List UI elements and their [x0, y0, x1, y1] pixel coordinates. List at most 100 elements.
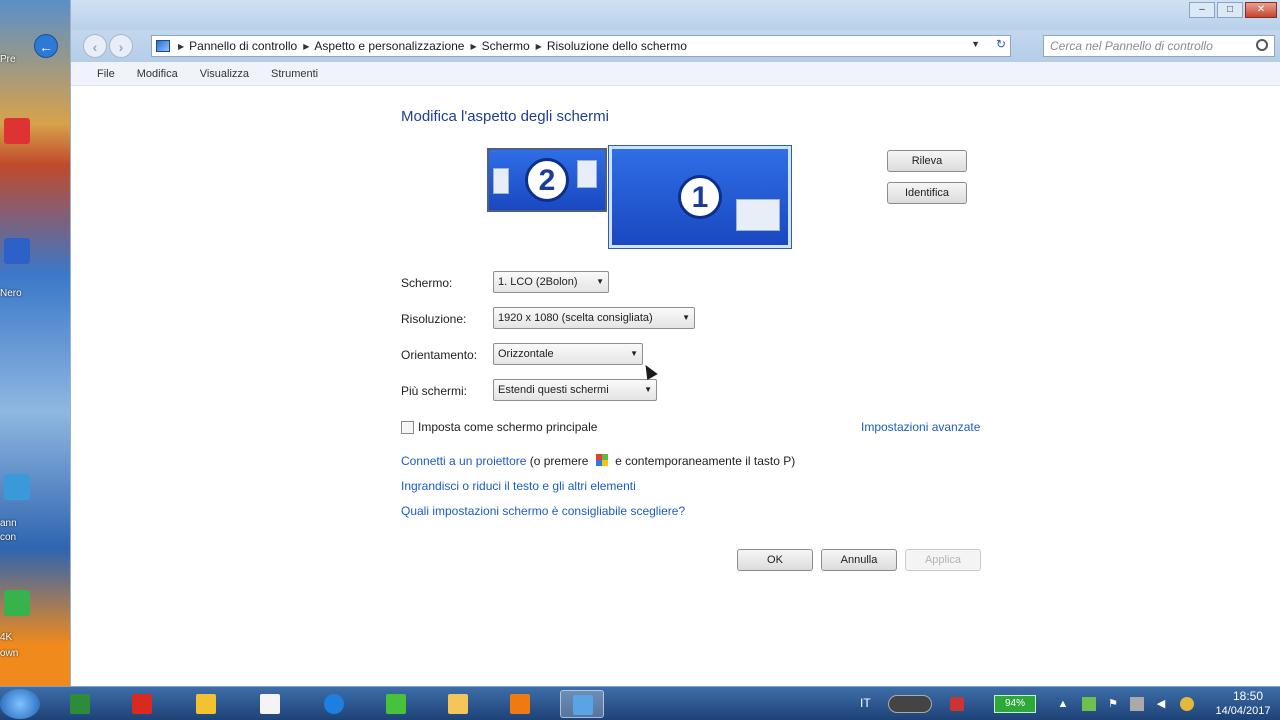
taskbar-app-button-active[interactable] [560, 690, 604, 718]
display-settings-panel: Modifica l'aspetto degli schermi 2 1 Ril… [71, 86, 1280, 686]
desktop-app-icon[interactable] [4, 238, 30, 264]
taskbar: IT 94% ▲ ⚑ ◀ 18:50 14/04/2017 [0, 686, 1280, 720]
monitor-window-thumbnail [493, 168, 509, 194]
spreadsheet-app-icon [70, 694, 90, 714]
clock-date[interactable]: 14/04/2017 [1210, 705, 1276, 717]
language-indicator[interactable]: IT [860, 696, 871, 710]
monitor-window-thumbnail [736, 199, 780, 231]
monitor-number-badge: 2 [525, 158, 569, 202]
chart-app-icon [196, 694, 216, 714]
screen-select-value: 1. LCO (2Bolon) [498, 276, 578, 288]
back-arrow-icon[interactable]: ‹ [83, 34, 107, 58]
desktop-app-icon[interactable] [4, 474, 30, 500]
taskbar-app-button[interactable] [312, 690, 356, 718]
connect-projector-link[interactable]: Connetti a un proiettore [401, 454, 526, 468]
menu-edit[interactable]: Modifica [137, 68, 178, 80]
mouse-cursor-icon [640, 361, 658, 381]
taskbar-app-button[interactable] [120, 690, 164, 718]
screen-select[interactable]: 1. LCO (2Bolon) ▼ [493, 271, 609, 293]
address-bar[interactable]: ▶ Pannello di controllo ▶ Aspetto e person… [151, 35, 1011, 57]
multiple-displays-label: Più schermi: [401, 384, 468, 398]
detect-button[interactable]: Rileva [887, 150, 967, 172]
tray-app-icon[interactable] [950, 697, 964, 711]
title-bar[interactable]: – □ ✕ [71, 0, 1280, 30]
page-title: Modifica l'aspetto degli schermi [401, 108, 609, 125]
monitor-window-thumbnail [577, 160, 597, 188]
breadcrumb-label: Aspetto e personalizzazione [314, 39, 465, 53]
breadcrumb-arrow-icon: ▶ [535, 41, 542, 51]
tray-app-icon[interactable] [1180, 697, 1194, 711]
desktop-icon-label: Nero [0, 288, 22, 299]
tray-app-icon[interactable] [888, 695, 932, 713]
folder-icon [448, 694, 468, 714]
start-button[interactable] [0, 689, 40, 719]
breadcrumb-item[interactable]: ▶ Schermo [470, 39, 529, 53]
apply-button[interactable]: Applica [905, 549, 981, 571]
volume-icon[interactable]: ◀ [1154, 697, 1168, 711]
desktop-icon-label: con [0, 532, 17, 543]
projector-link-row: Connetti a un proiettore (o premere e co… [401, 454, 795, 468]
monitor-number-badge: 1 [678, 175, 722, 219]
screen-label: Schermo: [401, 276, 453, 290]
text-size-link[interactable]: Ingrandisci o riduci il testo e gli altr… [401, 479, 636, 493]
projector-hint-text: (o premere [526, 454, 592, 468]
resolution-select[interactable]: 1920 x 1080 (scelta consigliata) ▼ [493, 307, 695, 329]
close-button[interactable]: ✕ [1245, 2, 1277, 18]
internet-explorer-icon [324, 694, 344, 714]
monitor-1-preview[interactable]: 1 [608, 145, 792, 249]
minimize-button[interactable]: – [1189, 2, 1215, 18]
resolution-label: Risoluzione: [401, 312, 467, 326]
clock-time[interactable]: 18:50 [1220, 689, 1276, 703]
chevron-down-icon: ▼ [596, 277, 604, 286]
desktop-icon-label: Pre [0, 54, 16, 65]
breadcrumb-item[interactable]: ▶ Pannello di controllo [178, 39, 297, 53]
desktop-icon-label: own [0, 648, 19, 659]
search-input[interactable]: Cerca nel Pannello di controllo [1043, 35, 1275, 57]
identify-button[interactable]: Identifica [887, 182, 967, 204]
menu-file[interactable]: File [97, 68, 115, 80]
address-dropdown-icon[interactable]: ▼ [971, 39, 980, 49]
chevron-down-icon: ▼ [630, 349, 638, 358]
green-app-icon [386, 694, 406, 714]
breadcrumb-label: Risoluzione dello schermo [546, 39, 687, 53]
tray-app-icon[interactable] [1130, 697, 1144, 711]
taskbar-app-button[interactable] [184, 690, 228, 718]
search-icon[interactable] [1256, 39, 1268, 51]
orientation-select-value: Orizzontale [498, 348, 554, 360]
primary-display-label: Imposta come schermo principale [418, 420, 598, 434]
primary-display-checkbox[interactable] [401, 421, 414, 434]
taskbar-app-button[interactable] [498, 690, 542, 718]
taskbar-app-button[interactable] [436, 690, 480, 718]
multiple-displays-select-value: Estendi questi schermi [498, 384, 609, 396]
display-settings-help-link[interactable]: Quali impostazioni schermo è consigliabi… [401, 504, 685, 518]
battery-indicator[interactable]: 94% [994, 695, 1036, 713]
taskbar-app-button[interactable] [374, 690, 418, 718]
desktop-app-icon[interactable] [4, 118, 30, 144]
menu-tools[interactable]: Strumenti [271, 68, 318, 80]
desktop-icon-label: ann [0, 518, 17, 529]
taskbar-app-button[interactable] [58, 690, 102, 718]
multiple-displays-select[interactable]: Estendi questi schermi ▼ [493, 379, 657, 401]
forward-arrow-icon[interactable]: › [109, 34, 133, 58]
breadcrumb-arrow-icon: ▶ [178, 41, 185, 51]
cancel-button[interactable]: Annulla [821, 549, 897, 571]
desktop-icon-label: 4K [0, 632, 13, 643]
ok-button[interactable]: OK [737, 549, 813, 571]
control-panel-icon [156, 40, 170, 52]
menu-view[interactable]: Visualizza [200, 68, 249, 80]
breadcrumb-label: Pannello di controllo [189, 39, 298, 53]
network-icon[interactable] [1082, 697, 1096, 711]
taskbar-app-button[interactable] [248, 690, 292, 718]
show-hidden-icons-icon[interactable]: ▲ [1056, 697, 1070, 711]
back-button[interactable]: ← [34, 34, 58, 58]
breadcrumb-item[interactable]: ▶ Aspetto e personalizzazione [303, 39, 464, 53]
maximize-button[interactable]: □ [1217, 2, 1243, 18]
advanced-settings-link[interactable]: Impostazioni avanzate [861, 420, 980, 434]
refresh-icon[interactable]: ↻ [996, 37, 1006, 51]
orientation-select[interactable]: Orizzontale ▼ [493, 343, 643, 365]
breadcrumb-item[interactable]: ▶ Risoluzione dello schermo [536, 39, 687, 53]
desktop-app-icon[interactable] [4, 590, 30, 616]
flag-icon[interactable]: ⚑ [1106, 697, 1120, 711]
monitor-2-preview[interactable]: 2 [487, 148, 607, 212]
chevron-down-icon: ▼ [682, 313, 690, 322]
